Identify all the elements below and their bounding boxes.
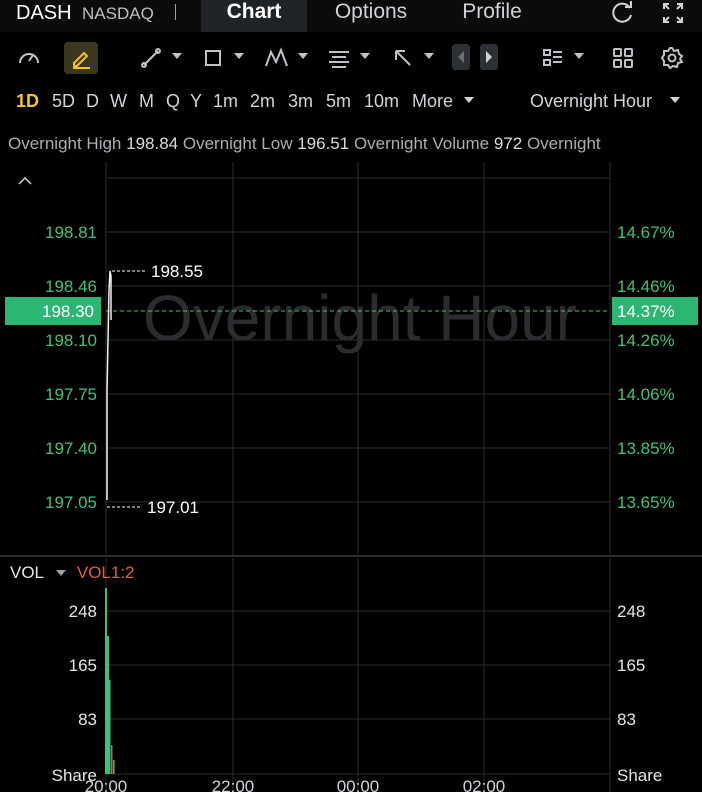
period-w[interactable]: W <box>110 86 127 116</box>
refresh-icon[interactable] <box>610 0 636 26</box>
period-d[interactable]: D <box>86 86 99 116</box>
period-q[interactable]: Q <box>166 86 180 116</box>
volume-bar <box>107 636 109 774</box>
volume-bar <box>105 588 107 774</box>
chevron-down-icon[interactable] <box>670 97 680 103</box>
tab-chart[interactable]: Chart <box>201 0 307 32</box>
vol-label[interactable]: VOL <box>10 563 43 582</box>
session-selector[interactable]: Overnight Hour <box>530 86 652 116</box>
price-chart[interactable]: Overnight Hour 198.81 198.46 198.10 197.… <box>0 160 702 792</box>
chevron-down-icon[interactable] <box>172 53 182 59</box>
vol-indicator[interactable]: VOL1:2 <box>77 563 135 582</box>
time-label: 22:00 <box>212 777 255 792</box>
volume-bar <box>111 745 113 774</box>
period-2m[interactable]: 2m <box>250 86 275 116</box>
period-selector: 1D 5D D W M Q Y 1m 2m 3m 5m 10m More Ove… <box>0 86 702 116</box>
left-tick: 198.10 <box>45 331 97 350</box>
tab-options[interactable]: Options <box>315 0 427 32</box>
period-y[interactable]: Y <box>190 86 202 116</box>
vol-right-tick: 83 <box>617 710 636 729</box>
left-tick: 197.75 <box>45 385 97 404</box>
price-series-line <box>106 270 112 500</box>
time-label: 00:00 <box>337 777 380 792</box>
high-marker-label: 198.55 <box>151 262 203 281</box>
period-1m[interactable]: 1m <box>213 86 238 116</box>
arrow-left-icon <box>458 51 464 63</box>
vol-left-tick: 83 <box>78 710 97 729</box>
volume-value: 972 <box>493 134 523 153</box>
chevron-down-icon[interactable] <box>424 53 434 59</box>
chevron-up-icon[interactable] <box>18 176 32 185</box>
overnight-stats: Overnight High 198.84 Overnight Low 196.… <box>8 132 702 156</box>
right-tick: 13.85% <box>617 439 675 458</box>
grid-lines <box>105 162 611 792</box>
pencil-icon <box>73 51 90 69</box>
right-tick: 14.46% <box>617 277 675 296</box>
low-value: 196.51 <box>297 134 350 153</box>
ticker-symbol: DASH <box>16 2 72 24</box>
right-tick: 14.67% <box>617 223 675 242</box>
speedometer-icon[interactable] <box>12 42 46 74</box>
period-1d[interactable]: 1D <box>16 86 39 116</box>
chevron-down-icon[interactable] <box>464 97 474 103</box>
chevron-down-icon[interactable] <box>56 569 67 576</box>
left-tick: 198.81 <box>45 223 97 242</box>
time-label: 20:00 <box>85 777 128 792</box>
vol-right-tick: 165 <box>617 656 645 675</box>
exchange-label: NASDAQ <box>82 4 154 23</box>
left-tick: 197.05 <box>45 493 97 512</box>
period-10m[interactable]: 10m <box>364 86 399 116</box>
time-label: 02:00 <box>463 777 506 792</box>
drawing-toolbar <box>0 38 702 78</box>
arrow-right-icon <box>486 51 492 63</box>
left-tick: 198.46 <box>45 277 97 296</box>
period-5d[interactable]: 5D <box>52 86 75 116</box>
volume-bars <box>105 588 115 774</box>
right-tick: 14.26% <box>617 331 675 350</box>
high-value: 198.84 <box>126 134 179 153</box>
vol-left-tick: 248 <box>69 602 97 621</box>
arrow-tool-icon[interactable] <box>386 42 420 74</box>
tab-profile[interactable]: Profile <box>440 0 544 32</box>
vol-right-tick: 248 <box>617 602 645 621</box>
period-m[interactable]: M <box>139 86 154 116</box>
divider <box>175 4 176 20</box>
period-3m[interactable]: 3m <box>288 86 313 116</box>
right-tick: 13.65% <box>617 493 675 512</box>
chevron-down-icon[interactable] <box>360 53 370 59</box>
fullscreen-icon[interactable] <box>660 0 686 26</box>
grid-icon[interactable] <box>606 42 640 74</box>
volume-bar <box>113 760 115 774</box>
prev-button[interactable] <box>452 44 470 70</box>
chevron-down-icon[interactable] <box>298 53 308 59</box>
low-label: Overnight Low <box>182 134 293 153</box>
pattern-tool-icon[interactable] <box>260 42 294 74</box>
volume-header: VOL VOL1:2 <box>10 562 135 584</box>
volume-bar <box>109 680 111 774</box>
current-price: 198.30 <box>42 302 94 321</box>
vol-left-tick: 165 <box>69 656 97 675</box>
next-button[interactable] <box>480 44 498 70</box>
draw-pencil-button[interactable] <box>64 42 98 74</box>
more-periods-button[interactable]: More <box>412 86 453 116</box>
rectangle-tool-icon[interactable] <box>196 42 230 74</box>
high-label: Overnight High <box>8 134 122 153</box>
current-pct: 14.37% <box>617 302 675 321</box>
volume-label: Overnight Volume <box>353 134 490 153</box>
session-watermark: Overnight Hour <box>143 282 577 354</box>
vol-right-tick: Share <box>617 766 662 785</box>
period-5m[interactable]: 5m <box>326 86 351 116</box>
layout-list-icon[interactable] <box>536 42 570 74</box>
low-marker-label: 197.01 <box>147 498 199 517</box>
gear-icon[interactable] <box>655 42 689 74</box>
left-tick: 197.40 <box>45 439 97 458</box>
chevron-down-icon[interactable] <box>234 53 244 59</box>
trailing-label: Overnight <box>526 134 601 153</box>
fib-tool-icon[interactable] <box>322 42 356 74</box>
line-tool-icon[interactable] <box>134 42 168 74</box>
right-tick: 14.06% <box>617 385 675 404</box>
chevron-down-icon[interactable] <box>574 53 584 59</box>
